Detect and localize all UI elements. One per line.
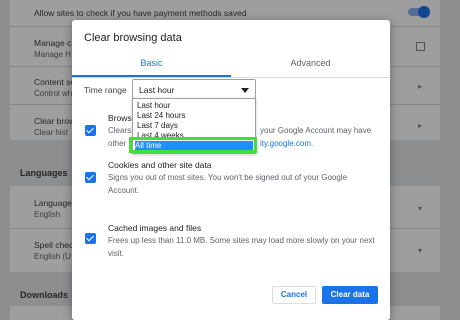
cookies-desc: Signs you out of most sites. You won't b… xyxy=(108,173,348,195)
time-range-option[interactable]: Last hour xyxy=(137,101,170,111)
tab-basic[interactable]: Basic xyxy=(72,50,231,76)
cached-images-checkbox[interactable] xyxy=(85,233,96,244)
time-range-label: Time range xyxy=(84,85,127,95)
browsing-history-checkbox[interactable] xyxy=(85,125,96,136)
time-range-value: Last hour xyxy=(139,85,175,95)
tab-advanced[interactable]: Advanced xyxy=(231,50,390,76)
activity-link[interactable]: ity.google.com xyxy=(260,139,311,148)
dropdown-arrow-icon xyxy=(241,88,249,93)
cached-images-title: Cached images and files xyxy=(108,223,202,233)
cancel-button[interactable]: Cancel xyxy=(272,286,316,304)
browsing-history-desc-b: your Google Account may have xyxy=(260,126,372,135)
clear-data-button[interactable]: Clear data xyxy=(322,286,378,304)
highlight-box xyxy=(129,137,257,153)
browsing-history-desc-d: ity.google.com. xyxy=(260,137,460,150)
cookies-title: Cookies and other site data xyxy=(108,160,212,170)
dialog-title: Clear browsing data xyxy=(84,32,182,44)
time-range-option[interactable]: Last 7 days xyxy=(137,121,178,131)
cookies-checkbox[interactable] xyxy=(85,172,96,183)
time-range-option[interactable]: Last 24 hours xyxy=(137,111,185,121)
clear-browsing-data-dialog: Clear browsing data Basic Advanced Time … xyxy=(72,20,390,320)
tabs-divider xyxy=(72,77,390,78)
cached-images-desc: Frees up less than 11.0 MB. Some sites m… xyxy=(108,236,375,258)
time-range-select[interactable]: Last hour xyxy=(132,79,256,99)
browsing-history-title: Browsi xyxy=(108,113,134,123)
dialog-tabs: Basic Advanced xyxy=(72,50,390,78)
desc-period: . xyxy=(311,139,314,148)
